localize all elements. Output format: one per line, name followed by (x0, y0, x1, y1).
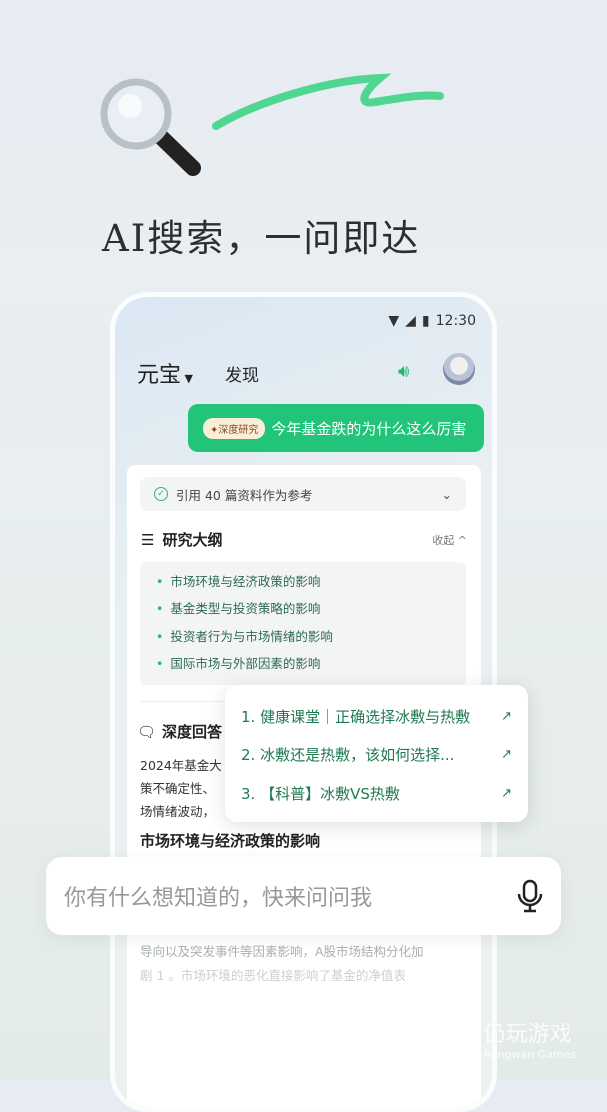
outline-item[interactable]: 投资者行为与市场情绪的影响 (156, 628, 450, 655)
answer-heading: 市场环境与经济政策的影响 (140, 832, 321, 850)
chat-icon: 🗨︎ (137, 722, 157, 741)
citations-text: 引用 40 篇资料作为参考 (176, 487, 313, 503)
microphone-icon[interactable] (517, 879, 543, 913)
brand-label: 元宝 (137, 363, 182, 388)
deep-research-badge: ✦深度研究 (203, 417, 266, 439)
wifi-icon: ▼ (388, 313, 400, 329)
outline-header: ☰ 研究大纲 收起 ^ (141, 529, 467, 550)
signal-icon: ◢ (405, 313, 416, 329)
magnifier-icon (100, 78, 201, 176)
external-link-icon: ↗ (501, 747, 512, 763)
outline-title: 研究大纲 (162, 531, 223, 549)
citations-row[interactable]: ✓ 引用 40 篇资料作为参考 ⌄ (140, 477, 466, 511)
squiggle-decoration (212, 73, 444, 130)
answer-line: 策不确定性、 (140, 781, 216, 796)
reference-title: 2. 冰敷还是热敷，该如何选择... (241, 746, 455, 765)
reference-link[interactable]: 2. 冰敷还是热敷，该如何选择... ↗ (241, 736, 512, 775)
answer-header: 🗨︎ 深度回答 (137, 721, 222, 742)
answer-title: 深度回答 (162, 723, 223, 741)
watermark-en: Rengwan Games (483, 1047, 577, 1061)
outline-item[interactable]: 国际市场与外部因素的影响 (156, 655, 450, 682)
outline-list: 市场环境与经济政策的影响 基金类型与投资策略的影响 投资者行为与市场情绪的影响 … (140, 562, 466, 685)
watermark-cn: 仍玩游戏 (483, 1021, 572, 1047)
message-text: 今年基金跌的为什么这么厉害 (271, 419, 467, 438)
reference-popup: 1. 健康课堂｜正确选择冰敷与热敷 ↗ 2. 冰敷还是热敷，该如何选择... ↗ 3… (225, 685, 528, 822)
battery-icon: ▮ (421, 313, 430, 329)
list-icon: ☰ (141, 530, 155, 549)
outline-item[interactable]: 基金类型与投资策略的影响 (156, 600, 450, 627)
faded-line: 导向以及突发事件等因素影响，A股市场结构分化加 (140, 944, 424, 959)
input-placeholder: 你有什么想知道的，快来问问我 (64, 886, 373, 911)
reference-title: 1. 健康课堂｜正确选择冰敷与热敷 (241, 707, 471, 726)
user-message-bubble: ✦深度研究 今年基金跌的为什么这么厉害 (188, 404, 484, 452)
watermark-logo: RI 仍玩游戏 Rengwan Games (432, 1015, 577, 1061)
question-input[interactable]: 你有什么想知道的，快来问问我 (46, 857, 561, 935)
external-link-icon: ↗ (501, 708, 512, 724)
caret-down-icon: ▼ (181, 372, 193, 385)
collapse-button[interactable]: 收起 ^ (432, 532, 467, 548)
external-link-icon: ↗ (501, 785, 512, 801)
speaker-icon[interactable]: 🔊︎ (398, 361, 409, 382)
brand-menu[interactable]: 元宝 ▼ (137, 357, 193, 389)
check-circle-icon: ✓ (154, 487, 168, 501)
reference-link[interactable]: 3. 【科普】冰敷VS热敷 ↗ (241, 774, 512, 813)
chevron-up-icon: ^ (457, 533, 467, 547)
outline-item[interactable]: 市场环境与经济政策的影响 (156, 573, 450, 600)
answer-line: 场情绪波动， (140, 804, 216, 819)
clock: 12:30 (435, 313, 476, 329)
answer-line: 2024年基金大 (140, 758, 222, 773)
avatar[interactable] (443, 353, 475, 385)
faded-line: 剧 1 。市场环境的恶化直接影响了基金的净值表 (140, 968, 406, 983)
discover-tab[interactable]: 发现 (225, 361, 259, 386)
reference-link[interactable]: 1. 健康课堂｜正确选择冰敷与热敷 ↗ (241, 697, 512, 736)
status-bar: ▼ ◢ ▮ 12:30 (388, 313, 476, 329)
reference-title: 3. 【科普】冰敷VS热敷 (241, 784, 400, 803)
collapse-label: 收起 (432, 533, 455, 547)
headline: AI搜索，一问即达 (102, 217, 421, 260)
chevron-down-icon: ⌄ (441, 486, 452, 502)
